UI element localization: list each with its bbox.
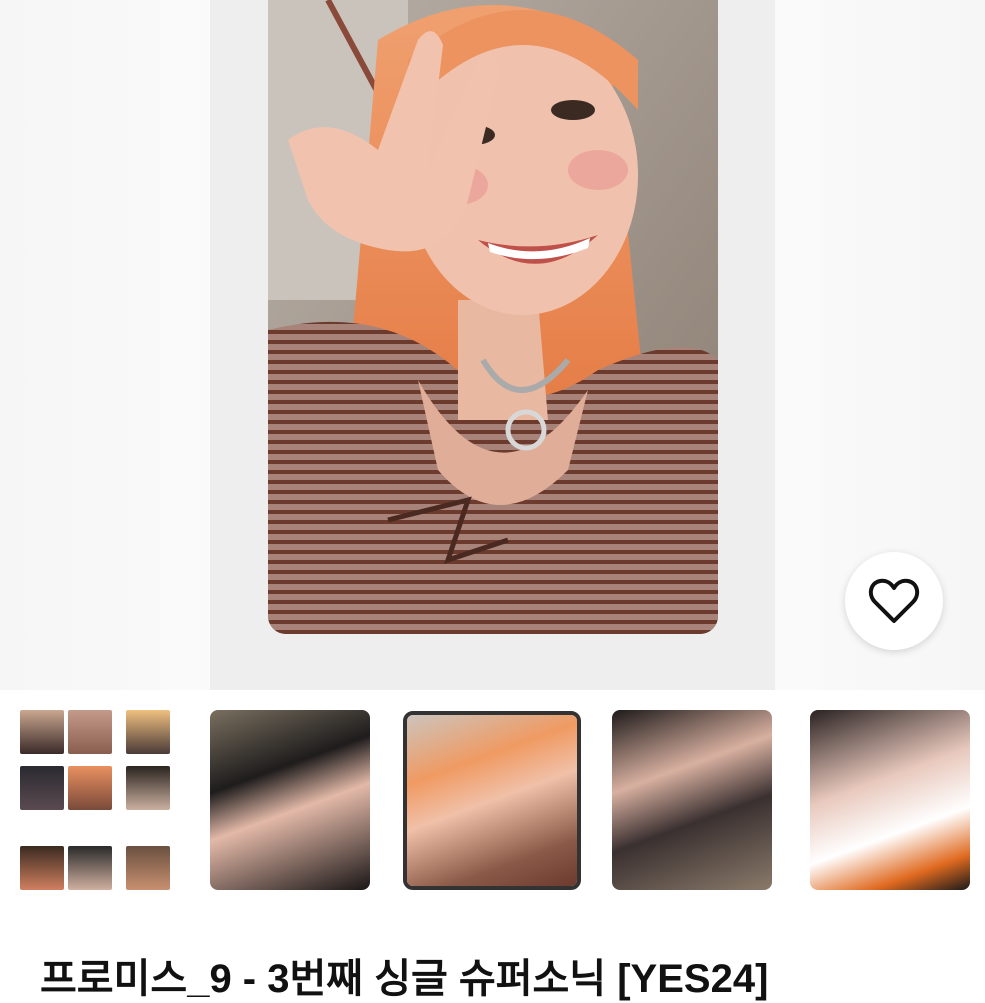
photocard-illustration — [268, 0, 718, 634]
thumbnail-image — [612, 710, 772, 890]
heart-outline-icon — [868, 578, 920, 623]
product-title: 프로미스_9 - 3번째 싱글 슈퍼소닉 [YES24] — [40, 957, 769, 1001]
favorite-button[interactable] — [845, 552, 943, 650]
product-image-area — [0, 0, 985, 690]
thumbnail-photo-4[interactable] — [612, 710, 772, 890]
thumbnail-image — [210, 710, 370, 890]
thumbnail-collage[interactable] — [0, 710, 180, 890]
thumbnail-image — [810, 710, 970, 890]
thumbnail-photo-2[interactable] — [210, 710, 370, 890]
main-product-photo[interactable] — [268, 0, 718, 634]
thumbnail-photo-3-selected[interactable] — [403, 711, 581, 890]
thumbnail-photo-5[interactable] — [810, 710, 970, 890]
thumbnail-strip — [0, 700, 985, 900]
thumbnail-image — [407, 715, 577, 886]
